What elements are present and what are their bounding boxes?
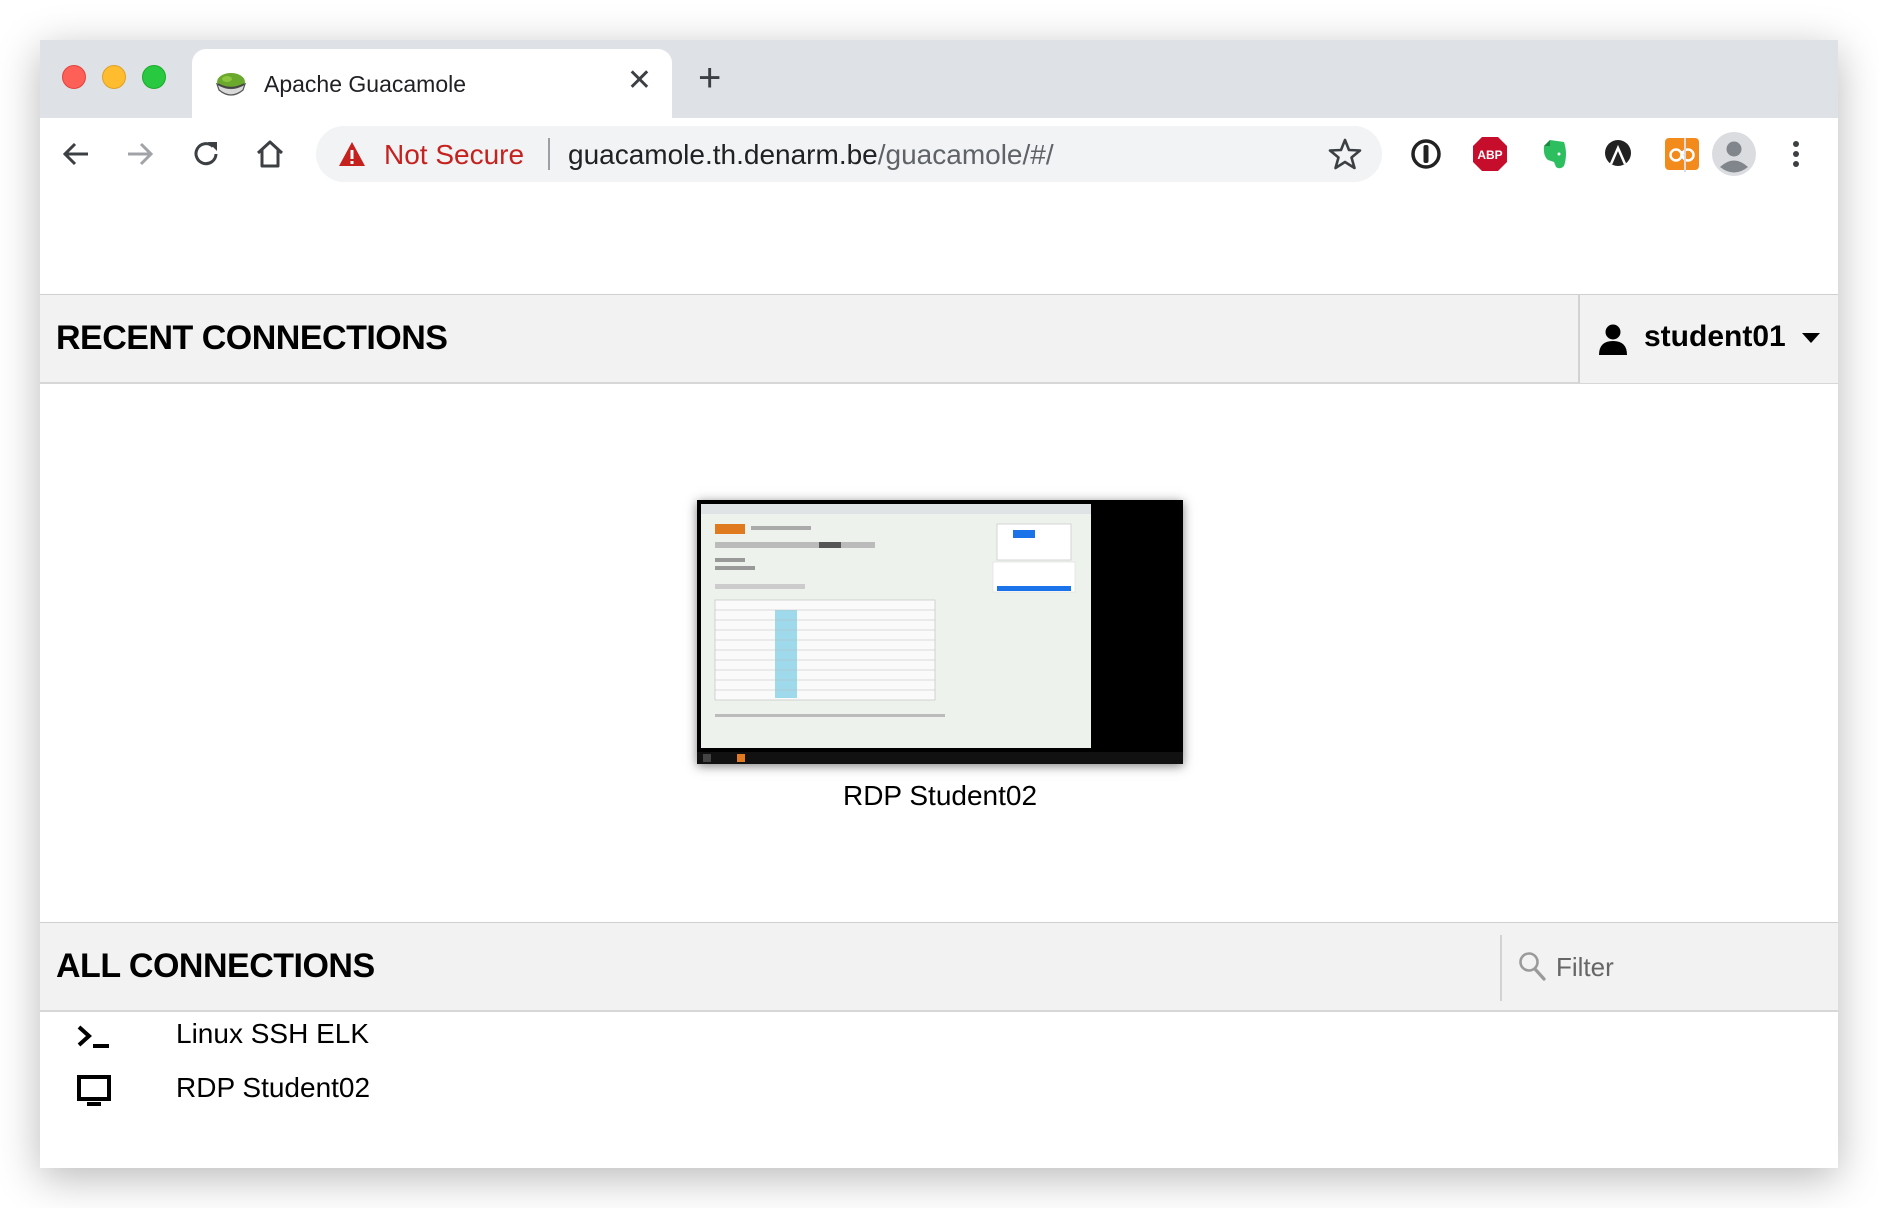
close-window-button[interactable] bbox=[62, 65, 86, 89]
username: student01 bbox=[1644, 320, 1786, 353]
evernote-icon[interactable] bbox=[1534, 134, 1574, 174]
recent-connections-area: RDP Student02 bbox=[40, 386, 1838, 922]
user-icon bbox=[1599, 324, 1627, 355]
connection-name: RDP Student02 bbox=[176, 1072, 371, 1103]
address-bar[interactable]: Not Secure guacamole.th.denarm.be/guacam… bbox=[316, 126, 1382, 182]
caret-down-icon bbox=[1802, 333, 1820, 343]
forward-arrow-icon[interactable] bbox=[122, 136, 158, 172]
filter-input[interactable] bbox=[1556, 943, 1826, 991]
guacamole-bowl-icon bbox=[215, 73, 247, 96]
filter-field[interactable] bbox=[1500, 935, 1838, 1001]
browser-window: Apache Guacamole ✕ + Not Secure guacamol… bbox=[40, 40, 1838, 1168]
adblock-plus-icon[interactable]: ABP bbox=[1470, 134, 1510, 174]
reload-icon[interactable] bbox=[188, 136, 224, 172]
recent-connections-header: RECENT CONNECTIONS student01 bbox=[40, 294, 1838, 384]
url-text[interactable]: guacamole.th.denarm.be/guacamole/#/ bbox=[568, 139, 1054, 171]
user-menu[interactable]: student01 bbox=[1578, 295, 1838, 383]
warning-triangle-icon bbox=[339, 142, 365, 166]
url-path: /guacamole/#/ bbox=[877, 139, 1054, 170]
tab-strip: Apache Guacamole ✕ + bbox=[40, 40, 1838, 118]
profile-avatar-icon[interactable] bbox=[1710, 130, 1758, 178]
not-secure-label[interactable]: Not Secure bbox=[384, 139, 524, 171]
svg-text:ABP: ABP bbox=[1477, 148, 1502, 162]
bookmark-star-icon[interactable] bbox=[1328, 137, 1362, 171]
maximize-window-button[interactable] bbox=[142, 65, 166, 89]
toolbar-divider bbox=[1684, 138, 1686, 172]
all-connections-header: ALL CONNECTIONS bbox=[40, 922, 1838, 1012]
connection-thumbnail[interactable] bbox=[697, 500, 1183, 764]
all-connections-title: ALL CONNECTIONS bbox=[56, 947, 375, 985]
close-tab-icon[interactable]: ✕ bbox=[627, 66, 652, 96]
url-host: guacamole.th.denarm.be bbox=[568, 139, 878, 170]
omnibox-divider bbox=[548, 138, 550, 170]
home-icon[interactable] bbox=[252, 136, 288, 172]
minimize-window-button[interactable] bbox=[102, 65, 126, 89]
tab-title: Apache Guacamole bbox=[264, 71, 467, 97]
browser-toolbar: Not Secure guacamole.th.denarm.be/guacam… bbox=[40, 118, 1838, 192]
guacamole-home: RECENT CONNECTIONS student01 RDP Student… bbox=[40, 192, 1838, 1168]
1password-icon[interactable] bbox=[1406, 134, 1446, 174]
terminal-icon bbox=[77, 1025, 109, 1048]
search-icon bbox=[1519, 952, 1546, 981]
readerview-icon[interactable] bbox=[1662, 134, 1702, 174]
back-arrow-icon[interactable] bbox=[58, 136, 94, 172]
connection-name: Linux SSH ELK bbox=[176, 1018, 369, 1049]
new-tab-button[interactable]: + bbox=[698, 58, 721, 98]
desktop-icon bbox=[77, 1075, 111, 1106]
recent-connections-title: RECENT CONNECTIONS bbox=[56, 319, 448, 357]
browser-tab[interactable]: Apache Guacamole ✕ bbox=[192, 49, 672, 118]
more-menu-icon[interactable] bbox=[1776, 134, 1816, 174]
dark-reader-icon[interactable] bbox=[1598, 134, 1638, 174]
recent-connection-name[interactable]: RDP Student02 bbox=[640, 780, 1240, 812]
remote-desktop-preview bbox=[697, 504, 1183, 764]
